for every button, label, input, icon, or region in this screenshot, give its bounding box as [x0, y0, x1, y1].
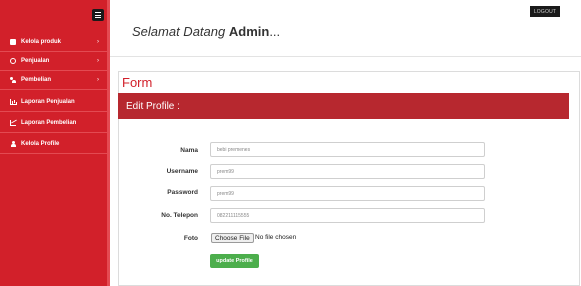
password-field[interactable]: prem99: [210, 186, 485, 201]
menu-toggle-icon[interactable]: [92, 9, 104, 21]
person-icon: [10, 141, 16, 147]
sidebar-item-label: Penjualan: [21, 58, 50, 64]
username-field[interactable]: prem99: [210, 164, 485, 179]
update-profile-button[interactable]: update Profile: [210, 254, 259, 268]
box-icon: [10, 39, 16, 45]
welcome-user: Admin: [228, 24, 270, 39]
sidebar-item-laporan-penjualan[interactable]: Laporan Penjualan: [0, 93, 107, 112]
foto-label: Foto: [183, 235, 198, 242]
chevron-right-icon: ›: [97, 58, 99, 64]
logout-button[interactable]: LOGOUT: [530, 6, 560, 17]
panel-header: Edit Profile :: [118, 93, 569, 119]
username-label: Username: [166, 168, 198, 175]
sidebar-edge: [107, 0, 110, 286]
password-label: Password: [167, 189, 198, 196]
chevron-right-icon: ›: [97, 77, 99, 83]
welcome-message: Selamat Datang Admin...: [132, 24, 280, 39]
sidebar-item-kelola-produk[interactable]: Kelola produk ›: [0, 33, 107, 52]
bar-chart-icon: [10, 99, 16, 105]
nama-field[interactable]: bebi premenes: [210, 142, 485, 157]
users-icon: [10, 77, 16, 83]
sidebar-item-pembelian[interactable]: Pembelian ›: [0, 71, 107, 90]
nama-label: Nama: [180, 147, 198, 154]
telepon-label: No. Telepon: [161, 212, 198, 219]
sidebar-item-label: Pembelian: [21, 77, 52, 83]
chevron-right-icon: ›: [97, 39, 99, 45]
tag-icon: [10, 58, 16, 64]
telepon-field[interactable]: 082211115555: [210, 208, 485, 223]
sidebar-item-laporan-pembelian[interactable]: Laporan Pembelian: [0, 114, 107, 133]
sidebar-item-label: Kelola Profile: [21, 141, 60, 147]
sidebar-item-penjualan[interactable]: Penjualan ›: [0, 52, 107, 71]
header-divider: [110, 56, 581, 57]
line-chart-icon: [10, 120, 16, 126]
file-status: No file chosen: [255, 234, 297, 241]
sidebar-item-label: Kelola produk: [21, 39, 62, 45]
choose-file-button[interactable]: Choose File: [211, 233, 254, 243]
page-title: Form: [122, 75, 153, 90]
sidebar-item-label: Laporan Pembelian: [21, 120, 77, 126]
welcome-ellipsis: ...: [269, 24, 281, 39]
sidebar-item-kelola-profile[interactable]: Kelola Profile: [0, 135, 107, 154]
sidebar-item-label: Laporan Penjualan: [21, 99, 75, 105]
welcome-greeting: Selamat Datang: [132, 24, 226, 39]
